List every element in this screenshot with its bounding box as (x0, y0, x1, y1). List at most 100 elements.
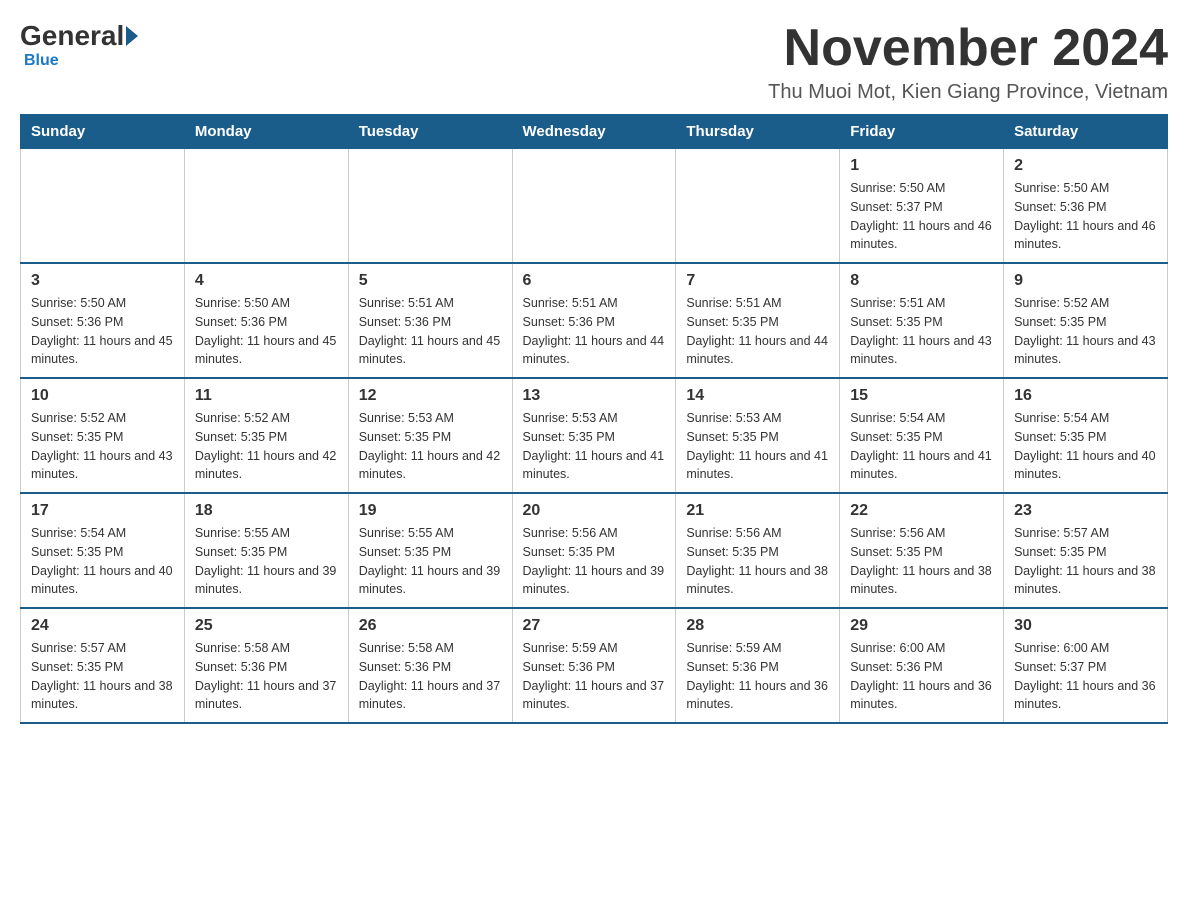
calendar-cell: 17 Sunrise: 5:54 AMSunset: 5:35 PMDayligh… (21, 493, 185, 608)
day-info: Sunrise: 5:53 AMSunset: 5:35 PMDaylight:… (359, 409, 502, 484)
calendar-week-row: 24 Sunrise: 5:57 AMSunset: 5:35 PMDayligh… (21, 608, 1168, 723)
calendar-week-row: 10 Sunrise: 5:52 AMSunset: 5:35 PMDayligh… (21, 378, 1168, 493)
day-info: Sunrise: 5:56 AMSunset: 5:35 PMDaylight:… (850, 524, 993, 599)
day-info: Sunrise: 5:59 AMSunset: 5:36 PMDaylight:… (686, 639, 829, 714)
day-info: Sunrise: 5:51 AMSunset: 5:36 PMDaylight:… (359, 294, 502, 369)
day-info: Sunrise: 5:56 AMSunset: 5:35 PMDaylight:… (523, 524, 666, 599)
day-info: Sunrise: 6:00 AMSunset: 5:37 PMDaylight:… (1014, 639, 1157, 714)
day-number: 26 (359, 617, 502, 635)
calendar-cell: 1 Sunrise: 5:50 AMSunset: 5:37 PMDaylight… (840, 149, 1004, 264)
calendar-cell: 28 Sunrise: 5:59 AMSunset: 5:36 PMDayligh… (676, 608, 840, 723)
day-number: 7 (686, 272, 829, 290)
page-header: General Blue November 2024 Thu Muoi Mot,… (20, 20, 1168, 104)
day-info: Sunrise: 5:50 AMSunset: 5:36 PMDaylight:… (31, 294, 174, 369)
calendar-cell: 7 Sunrise: 5:51 AMSunset: 5:35 PMDaylight… (676, 263, 840, 378)
day-info: Sunrise: 5:58 AMSunset: 5:36 PMDaylight:… (359, 639, 502, 714)
weekday-header: Tuesday (348, 115, 512, 149)
month-title: November 2024 (768, 20, 1168, 77)
weekday-header: Thursday (676, 115, 840, 149)
calendar-cell (512, 149, 676, 264)
day-number: 29 (850, 617, 993, 635)
calendar-cell: 18 Sunrise: 5:55 AMSunset: 5:35 PMDayligh… (184, 493, 348, 608)
day-number: 4 (195, 272, 338, 290)
day-number: 22 (850, 502, 993, 520)
day-info: Sunrise: 5:57 AMSunset: 5:35 PMDaylight:… (1014, 524, 1157, 599)
day-number: 18 (195, 502, 338, 520)
day-number: 8 (850, 272, 993, 290)
day-info: Sunrise: 5:57 AMSunset: 5:35 PMDaylight:… (31, 639, 174, 714)
day-number: 10 (31, 387, 174, 405)
day-info: Sunrise: 5:55 AMSunset: 5:35 PMDaylight:… (195, 524, 338, 599)
day-number: 11 (195, 387, 338, 405)
day-info: Sunrise: 5:51 AMSunset: 5:35 PMDaylight:… (686, 294, 829, 369)
day-number: 2 (1014, 157, 1157, 175)
calendar-cell (348, 149, 512, 264)
calendar-cell: 5 Sunrise: 5:51 AMSunset: 5:36 PMDaylight… (348, 263, 512, 378)
day-number: 15 (850, 387, 993, 405)
day-info: Sunrise: 5:50 AMSunset: 5:37 PMDaylight:… (850, 179, 993, 254)
calendar-cell (21, 149, 185, 264)
day-number: 28 (686, 617, 829, 635)
calendar-cell: 14Sunrise: 5:53 AMSunset: 5:35 PMDayligh… (676, 378, 840, 493)
calendar-cell: 13Sunrise: 5:53 AMSunset: 5:35 PMDayligh… (512, 378, 676, 493)
calendar-cell: 21 Sunrise: 5:56 AMSunset: 5:35 PMDayligh… (676, 493, 840, 608)
day-number: 14 (686, 387, 829, 405)
day-number: 20 (523, 502, 666, 520)
day-info: Sunrise: 5:50 AMSunset: 5:36 PMDaylight:… (195, 294, 338, 369)
calendar-cell: 9Sunrise: 5:52 AMSunset: 5:35 PMDaylight… (1004, 263, 1168, 378)
day-info: Sunrise: 5:58 AMSunset: 5:36 PMDaylight:… (195, 639, 338, 714)
calendar-cell: 30 Sunrise: 6:00 AMSunset: 5:37 PMDayligh… (1004, 608, 1168, 723)
day-info: Sunrise: 5:54 AMSunset: 5:35 PMDaylight:… (31, 524, 174, 599)
day-info: Sunrise: 5:51 AMSunset: 5:35 PMDaylight:… (850, 294, 993, 369)
calendar-cell: 2 Sunrise: 5:50 AMSunset: 5:36 PMDaylight… (1004, 149, 1168, 264)
day-number: 17 (31, 502, 174, 520)
calendar-cell: 15 Sunrise: 5:54 AMSunset: 5:35 PMDayligh… (840, 378, 1004, 493)
calendar-cell: 4 Sunrise: 5:50 AMSunset: 5:36 PMDaylight… (184, 263, 348, 378)
calendar-cell: 6 Sunrise: 5:51 AMSunset: 5:36 PMDaylight… (512, 263, 676, 378)
day-number: 24 (31, 617, 174, 635)
day-info: Sunrise: 5:59 AMSunset: 5:36 PMDaylight:… (523, 639, 666, 714)
day-number: 21 (686, 502, 829, 520)
day-number: 6 (523, 272, 666, 290)
weekday-header: Monday (184, 115, 348, 149)
day-info: Sunrise: 5:55 AMSunset: 5:35 PMDaylight:… (359, 524, 502, 599)
day-info: Sunrise: 5:53 AMSunset: 5:35 PMDaylight:… (523, 409, 666, 484)
calendar-week-row: 1 Sunrise: 5:50 AMSunset: 5:37 PMDaylight… (21, 149, 1168, 264)
calendar-cell: 20 Sunrise: 5:56 AMSunset: 5:35 PMDayligh… (512, 493, 676, 608)
day-info: Sunrise: 5:52 AMSunset: 5:35 PMDaylight:… (195, 409, 338, 484)
calendar-cell: 29 Sunrise: 6:00 AMSunset: 5:36 PMDayligh… (840, 608, 1004, 723)
day-number: 27 (523, 617, 666, 635)
location-title: Thu Muoi Mot, Kien Giang Province, Vietn… (768, 81, 1168, 104)
logo: General Blue (20, 20, 140, 70)
day-info: Sunrise: 5:52 AMSunset: 5:35 PMDaylight:… (31, 409, 174, 484)
day-info: Sunrise: 5:54 AMSunset: 5:35 PMDaylight:… (1014, 409, 1157, 484)
weekday-header: Wednesday (512, 115, 676, 149)
calendar-cell: 11 Sunrise: 5:52 AMSunset: 5:35 PMDayligh… (184, 378, 348, 493)
weekday-header: Saturday (1004, 115, 1168, 149)
calendar-cell: 12Sunrise: 5:53 AMSunset: 5:35 PMDayligh… (348, 378, 512, 493)
calendar-header-row: SundayMondayTuesdayWednesdayThursdayFrid… (21, 115, 1168, 149)
logo-blue-text: Blue (24, 52, 59, 69)
day-number: 30 (1014, 617, 1157, 635)
day-info: Sunrise: 5:56 AMSunset: 5:35 PMDaylight:… (686, 524, 829, 599)
day-info: Sunrise: 5:50 AMSunset: 5:36 PMDaylight:… (1014, 179, 1157, 254)
logo-general-text: General (20, 20, 124, 52)
day-info: Sunrise: 5:54 AMSunset: 5:35 PMDaylight:… (850, 409, 993, 484)
weekday-header: Friday (840, 115, 1004, 149)
day-number: 3 (31, 272, 174, 290)
calendar-cell: 19 Sunrise: 5:55 AMSunset: 5:35 PMDayligh… (348, 493, 512, 608)
calendar-cell (676, 149, 840, 264)
day-number: 23 (1014, 502, 1157, 520)
calendar-cell: 24 Sunrise: 5:57 AMSunset: 5:35 PMDayligh… (21, 608, 185, 723)
calendar-cell: 8 Sunrise: 5:51 AMSunset: 5:35 PMDaylight… (840, 263, 1004, 378)
weekday-header: Sunday (21, 115, 185, 149)
calendar-cell: 3 Sunrise: 5:50 AMSunset: 5:36 PMDaylight… (21, 263, 185, 378)
day-number: 5 (359, 272, 502, 290)
calendar-cell: 27 Sunrise: 5:59 AMSunset: 5:36 PMDayligh… (512, 608, 676, 723)
day-number: 19 (359, 502, 502, 520)
day-number: 1 (850, 157, 993, 175)
day-info: Sunrise: 5:51 AMSunset: 5:36 PMDaylight:… (523, 294, 666, 369)
day-info: Sunrise: 6:00 AMSunset: 5:36 PMDaylight:… (850, 639, 993, 714)
calendar-cell: 26 Sunrise: 5:58 AMSunset: 5:36 PMDayligh… (348, 608, 512, 723)
calendar-cell (184, 149, 348, 264)
